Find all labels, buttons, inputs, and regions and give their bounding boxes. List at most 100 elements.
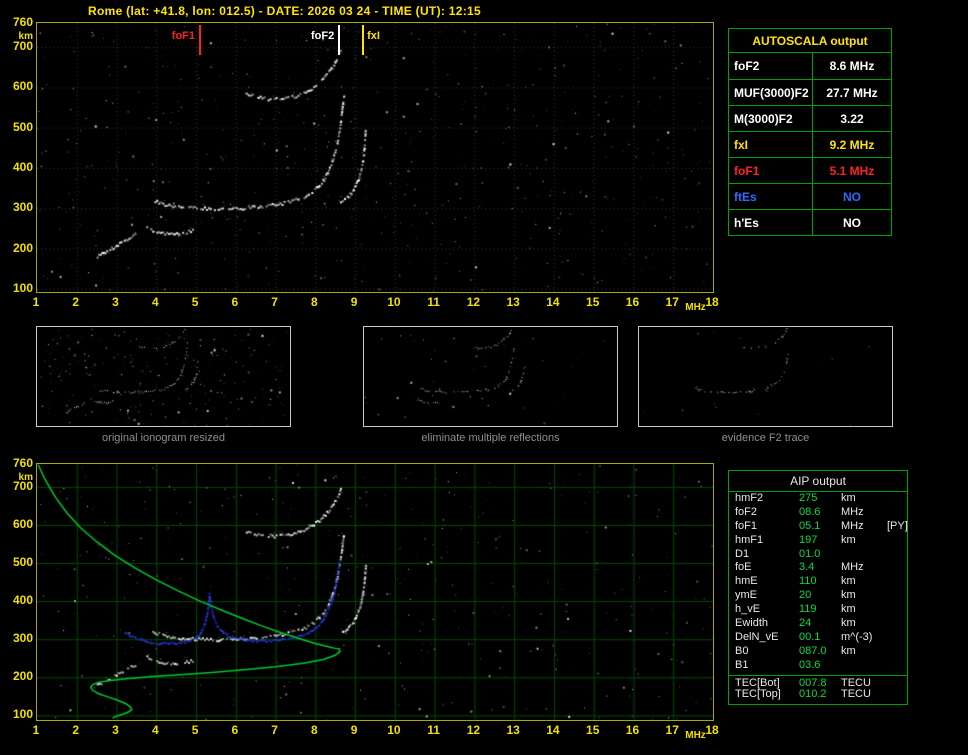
x-tick-label: 5 bbox=[191, 295, 199, 309]
x-tick-label: 14 bbox=[546, 295, 560, 309]
aip-label: foF1 bbox=[735, 519, 758, 532]
autoscala-row-label: foF1 bbox=[729, 158, 813, 184]
autoscala-row-label: foF2 bbox=[729, 53, 813, 79]
aip-extra bbox=[887, 659, 907, 673]
y-unit-label: km bbox=[18, 472, 33, 483]
aip-unit: km bbox=[841, 644, 856, 657]
x-tick-label: 7 bbox=[271, 723, 278, 737]
aip-value: 01.0 bbox=[799, 547, 821, 560]
x-tick-label: 2 bbox=[72, 295, 80, 309]
aip-extra bbox=[887, 561, 907, 575]
aip-value: 24 bbox=[799, 617, 812, 630]
aip-extra bbox=[887, 603, 907, 617]
aip-value: 03.6 bbox=[799, 658, 821, 671]
aip-extra bbox=[887, 617, 907, 631]
aip-label: TEC[Top] bbox=[735, 688, 781, 701]
aip-value: 20 bbox=[799, 589, 812, 602]
aip-label: D1 bbox=[735, 547, 750, 560]
panel-caption-eliminate: eliminate multiple reflections bbox=[421, 432, 560, 444]
aip-unit: TECU bbox=[841, 688, 871, 701]
panel-caption-evidence: evidence F2 trace bbox=[721, 432, 810, 444]
autoscala-row: foF1 5.1 MHz bbox=[729, 157, 891, 184]
autoscala-row-value: 8.6 MHz bbox=[829, 59, 875, 73]
bottom-ionogram-plot bbox=[36, 463, 714, 721]
autoscala-row-value: 27.7 MHz bbox=[826, 86, 878, 100]
panel-evidence-canvas bbox=[639, 327, 892, 426]
aip-row: Ewidth 24 km bbox=[729, 617, 907, 631]
y-tick-label: 100 bbox=[12, 707, 33, 722]
x-tick-label: 3 bbox=[112, 723, 119, 737]
aip-extra bbox=[887, 506, 907, 520]
x-tick-label: 7 bbox=[271, 295, 278, 309]
panel-evidence-f2 bbox=[638, 326, 893, 427]
x-tick-label: 8 bbox=[311, 295, 318, 309]
aip-value: 119 bbox=[799, 603, 817, 616]
bottom-ionogram-canvas bbox=[37, 464, 713, 720]
aip-value: 010.2 bbox=[799, 688, 827, 701]
aip-extra: [PY] bbox=[887, 519, 908, 532]
y-tick-label: 400 bbox=[12, 159, 33, 174]
x-tick-label: 17 bbox=[665, 295, 679, 309]
aip-unit: km bbox=[841, 575, 856, 588]
aip-value: 3.4 bbox=[799, 561, 815, 574]
aip-unit bbox=[841, 659, 887, 673]
y-tick-label: 500 bbox=[12, 555, 33, 570]
x-tick-label: 4 bbox=[151, 723, 159, 737]
aip-label: h_vE bbox=[735, 603, 761, 616]
autoscala-row: foF2 8.6 MHz bbox=[729, 53, 891, 79]
y-tick-label: 300 bbox=[12, 200, 33, 215]
top-ionogram-canvas bbox=[37, 23, 713, 292]
aip-table-rows: hmF2 275 km foF2 08.6 MHz foF1 05.1 MHz [PY] hmF1 1… bbox=[729, 492, 908, 702]
x-tick-label: 18 bbox=[705, 295, 719, 309]
x-tick-label: 15 bbox=[586, 295, 600, 309]
x-tick-label: 9 bbox=[350, 723, 358, 737]
autoscala-row-label: MUF(3000)F2 bbox=[729, 80, 813, 106]
fxI-marker-line bbox=[362, 25, 365, 55]
aip-row: h_vE 119 km bbox=[729, 603, 907, 617]
aip-value: 110 bbox=[799, 575, 817, 588]
aip-label: hmE bbox=[735, 575, 758, 588]
aip-extra bbox=[887, 492, 907, 506]
x-tick-label: 12 bbox=[466, 295, 481, 309]
foF1-marker-line bbox=[199, 25, 202, 55]
aip-value: 00.1 bbox=[799, 630, 821, 643]
aip-row: B0 087.0 km bbox=[729, 645, 907, 659]
autoscala-row: M(3000)F2 3.22 bbox=[729, 105, 891, 132]
aip-row: hmE 110 km bbox=[729, 575, 907, 589]
panel-caption-original: original ionogram resized bbox=[102, 432, 225, 444]
y-tick-label: 400 bbox=[12, 593, 33, 608]
y-tick-label: 760 bbox=[12, 15, 33, 29]
x-tick-label: 16 bbox=[625, 295, 640, 309]
aip-unit: MHz bbox=[841, 505, 864, 518]
y-tick-label: 700 bbox=[12, 478, 33, 493]
autoscala-output-table: AUTOSCALA output foF2 8.6 MHz MUF(3000)F2 2… bbox=[728, 28, 892, 236]
x-tick-label: 4 bbox=[151, 295, 159, 309]
x-tick-label: 12 bbox=[466, 723, 481, 737]
autoscala-row: MUF(3000)F2 27.7 MHz bbox=[729, 79, 891, 106]
x-tick-label: 11 bbox=[427, 723, 440, 737]
y-tick-label: 600 bbox=[12, 516, 33, 531]
panel-original-ionogram bbox=[36, 326, 291, 427]
panel-original-canvas bbox=[37, 327, 290, 426]
aip-extra bbox=[887, 534, 907, 548]
aip-unit: km bbox=[841, 589, 856, 602]
x-unit-label: MHz bbox=[685, 730, 706, 741]
x-tick-label: 15 bbox=[586, 723, 600, 737]
aip-output-table: AIP output hmF2 275 km foF2 08.6 MHz foF1 05.1 M… bbox=[728, 470, 908, 706]
aip-unit: MHz bbox=[841, 519, 864, 532]
autoscala-row-value: 3.22 bbox=[840, 112, 864, 126]
y-unit-label: km bbox=[18, 31, 33, 42]
aip-unit: MHz bbox=[841, 561, 864, 574]
aip-extra bbox=[887, 645, 907, 659]
aip-extra bbox=[887, 589, 907, 603]
aip-extra bbox=[887, 688, 907, 702]
aip-label: foF2 bbox=[735, 505, 758, 518]
aip-table-title: AIP output bbox=[729, 471, 907, 492]
autoscala-row-value: 9.2 MHz bbox=[829, 138, 875, 152]
aip-label: ymE bbox=[735, 589, 757, 602]
aip-row: hmF2 275 km bbox=[729, 492, 907, 506]
aip-value: 05.1 bbox=[799, 519, 821, 532]
autoscala-row-label: h'Es bbox=[729, 210, 813, 236]
x-tick-label: 10 bbox=[387, 723, 401, 737]
aip-row: ymE 20 km bbox=[729, 589, 907, 603]
